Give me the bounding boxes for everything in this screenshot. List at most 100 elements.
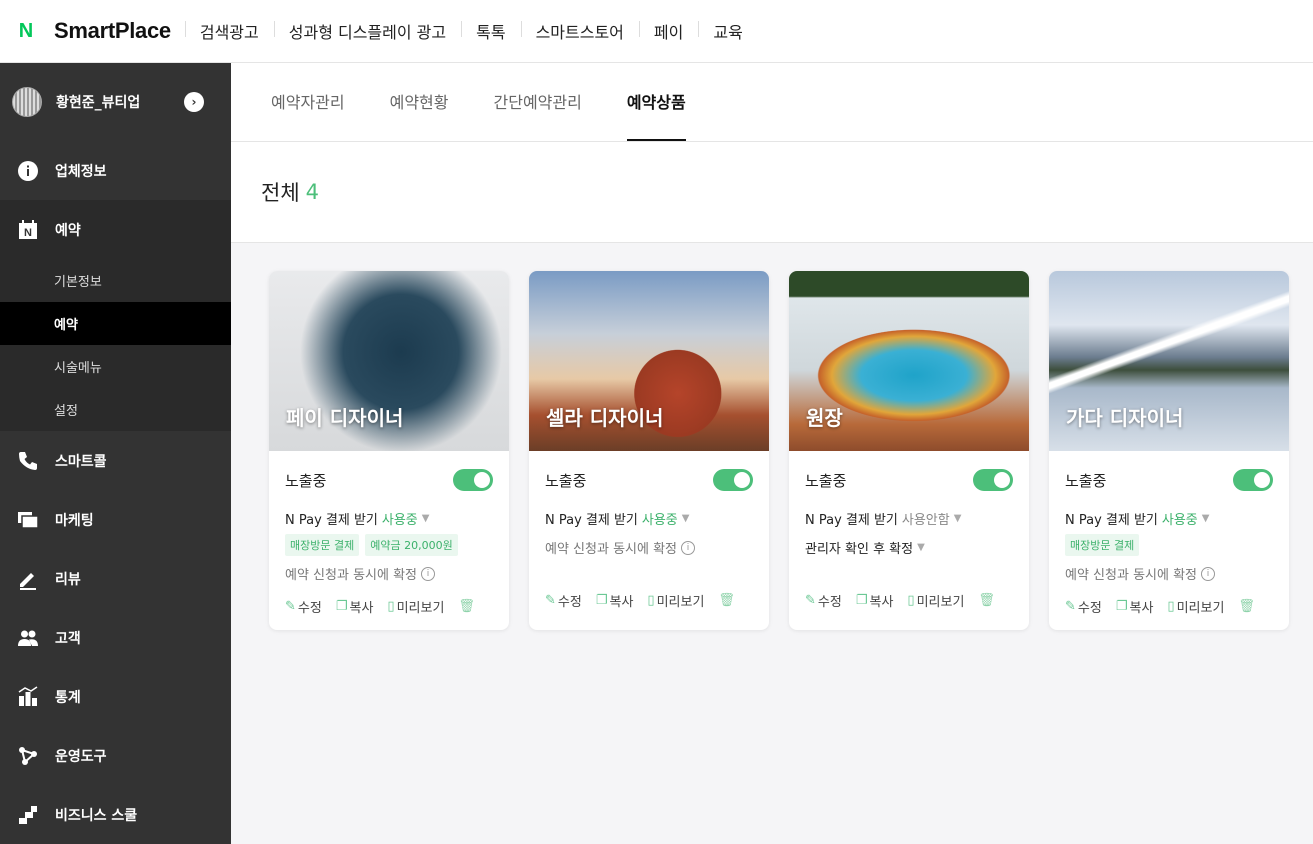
info-icon[interactable]: i <box>1201 566 1215 581</box>
smartplace-logo[interactable]: SmartPlace <box>54 18 171 44</box>
copy-icon: ❐ <box>335 599 348 614</box>
npay-label: N Pay 결제 받기 <box>545 513 638 528</box>
card-actions: ✎ 수정 ❐ 복사 ▯ 미리보기 🗑 <box>285 597 493 616</box>
edit-button[interactable]: ✎ 수정 <box>805 591 842 610</box>
product-card: 가다 디자이너 노출중 N Pay 결제 받기 사용중 ▼ 매장방문 결제 예약… <box>1049 271 1289 630</box>
sidebar-item-label: 마케팅 <box>55 512 94 529</box>
edit-button[interactable]: ✎ 수정 <box>545 591 582 610</box>
product-card: 원장 노출중 N Pay 결제 받기 사용안함 ▼ 관리자 확인 후 확정 ▼ … <box>789 271 1029 630</box>
npay-status: 사용중 <box>1161 513 1198 528</box>
sidebar-item-tools[interactable]: 운영도구 <box>0 726 231 785</box>
submenu-booking[interactable]: 예약 <box>0 302 231 345</box>
chevron-right-icon[interactable]: › <box>184 92 204 112</box>
copy-button[interactable]: ❐ 복사 <box>1116 597 1154 616</box>
marketing-icon <box>17 509 39 531</box>
nav-smartstore[interactable]: 스마트스토어 <box>520 19 639 43</box>
nav-search-ads[interactable]: 검색광고 <box>184 19 274 43</box>
card-actions: ✎ 수정 ❐ 복사 ▯ 미리보기 🗑 <box>1065 597 1273 616</box>
sidebar-item-customer[interactable]: 고객 <box>0 608 231 667</box>
svg-text:N: N <box>24 227 32 239</box>
payment-badges: 매장방문 결제 예약금 20,000원 <box>285 534 493 556</box>
product-image[interactable]: 원장 <box>789 271 1029 451</box>
payment-badges: 매장방문 결제 <box>1065 534 1273 556</box>
submenu-basic-info[interactable]: 기본정보 <box>0 259 231 302</box>
stairs-icon <box>17 804 39 826</box>
product-image[interactable]: 셀라 디자이너 <box>529 271 769 451</box>
sidebar-item-business-school[interactable]: 비즈니스 스쿨 <box>0 785 231 844</box>
npay-row[interactable]: N Pay 결제 받기 사용중 ▼ <box>285 509 493 528</box>
copy-button[interactable]: ❐ 복사 <box>596 591 634 610</box>
sidebar-item-label: 업체정보 <box>55 163 107 180</box>
product-cards: 페이 디자이너 노출중 N Pay 결제 받기 사용중 ▼ 매장방문 결제 예약… <box>269 271 1289 630</box>
confirm-row[interactable]: 관리자 확인 후 확정 ▼ <box>805 538 1013 557</box>
nav-talktalk[interactable]: 톡톡 <box>461 19 520 43</box>
copy-icon: ❐ <box>855 593 868 608</box>
edit-button[interactable]: ✎ 수정 <box>1065 597 1102 616</box>
preview-button[interactable]: ▯ 미리보기 <box>647 591 704 610</box>
npay-row[interactable]: N Pay 결제 받기 사용중 ▼ <box>545 509 753 528</box>
exposure-status-label: 노출중 <box>805 471 847 490</box>
submenu-treatment-menu[interactable]: 시술메뉴 <box>0 345 231 388</box>
sidebar-item-label: 통계 <box>55 689 81 706</box>
confirm-text: 예약 신청과 동시에 확정 <box>545 542 677 557</box>
copy-button[interactable]: ❐ 복사 <box>856 591 894 610</box>
npay-status: 사용안함 <box>901 513 950 528</box>
chevron-down-icon: ▼ <box>917 542 925 553</box>
pencil-icon: ✎ <box>805 593 816 608</box>
tab-booking-status[interactable]: 예약현황 <box>390 63 449 141</box>
preview-button[interactable]: ▯ 미리보기 <box>387 597 444 616</box>
product-image[interactable]: 가다 디자이너 <box>1049 271 1289 451</box>
card-actions: ✎ 수정 ❐ 복사 ▯ 미리보기 🗑 <box>545 591 753 610</box>
nav-pay[interactable]: 페이 <box>638 19 698 43</box>
product-title: 페이 디자이너 <box>286 406 404 430</box>
profile-name: 황현준_뷰티업 <box>56 95 141 111</box>
sidebar-item-label: 운영도구 <box>55 748 107 765</box>
sidebar-item-label: 예약 <box>55 222 81 239</box>
sidebar-item-stats[interactable]: 통계 <box>0 667 231 726</box>
nav-education[interactable]: 교육 <box>698 19 757 43</box>
copy-button[interactable]: ❐ 복사 <box>336 597 374 616</box>
exposure-toggle[interactable] <box>1233 469 1273 491</box>
sidebar-item-booking[interactable]: N 예약 <box>0 200 231 259</box>
product-title: 셀라 디자이너 <box>546 406 664 430</box>
tab-simple-booking[interactable]: 간단예약관리 <box>494 63 582 141</box>
sidebar-item-smartcall[interactable]: 스마트콜 <box>0 431 231 490</box>
exposure-toggle[interactable] <box>713 469 753 491</box>
trash-icon[interactable]: 🗑 <box>718 593 735 608</box>
trash-icon[interactable]: 🗑 <box>1238 599 1255 614</box>
bookmark-icon: ▯ <box>387 599 395 614</box>
edit-button[interactable]: ✎ 수정 <box>285 597 322 616</box>
chevron-down-icon: ▼ <box>421 513 430 524</box>
product-image[interactable]: 페이 디자이너 <box>269 271 509 451</box>
preview-button[interactable]: ▯ 미리보기 <box>907 591 964 610</box>
top-nav: N SmartPlace 검색광고 성과형 디스플레이 광고 톡톡 스마트스토어… <box>0 0 1313 63</box>
sidebar-item-marketing[interactable]: 마케팅 <box>0 490 231 549</box>
info-icon[interactable]: i <box>681 540 695 555</box>
avatar <box>12 87 42 117</box>
badge-deposit: 예약금 20,000원 <box>365 534 458 556</box>
nav-display-ads[interactable]: 성과형 디스플레이 광고 <box>273 19 461 43</box>
tab-booker-management[interactable]: 예약자관리 <box>271 63 345 141</box>
npay-row[interactable]: N Pay 결제 받기 사용중 ▼ <box>1065 509 1273 528</box>
sidebar-item-review[interactable]: 리뷰 <box>0 549 231 608</box>
confirm-row: 예약 신청과 동시에 확정 i <box>545 538 753 557</box>
tools-icon <box>17 745 39 767</box>
npay-label: N Pay 결제 받기 <box>285 513 378 528</box>
tab-booking-products[interactable]: 예약상품 <box>626 63 686 141</box>
preview-button[interactable]: ▯ 미리보기 <box>1167 597 1224 616</box>
card-actions: ✎ 수정 ❐ 복사 ▯ 미리보기 🗑 <box>805 591 1013 610</box>
badge-onsite-payment: 매장방문 결제 <box>285 534 360 556</box>
naver-logo-icon[interactable]: N <box>16 20 36 42</box>
trash-icon[interactable]: 🗑 <box>458 599 475 614</box>
exposure-toggle[interactable] <box>453 469 493 491</box>
npay-row[interactable]: N Pay 결제 받기 사용안함 ▼ <box>805 509 1013 528</box>
phone-icon <box>17 450 39 472</box>
info-icon[interactable]: i <box>421 566 435 581</box>
exposure-toggle[interactable] <box>973 469 1013 491</box>
sidebar-item-business-info[interactable]: 업체정보 <box>0 141 231 200</box>
pencil-icon: ✎ <box>1065 599 1076 614</box>
trash-icon[interactable]: 🗑 <box>978 593 995 608</box>
profile[interactable]: 황현준_뷰티업 › <box>0 63 231 141</box>
submenu-settings[interactable]: 설정 <box>0 388 231 431</box>
sidebar-item-label: 고객 <box>55 630 81 647</box>
